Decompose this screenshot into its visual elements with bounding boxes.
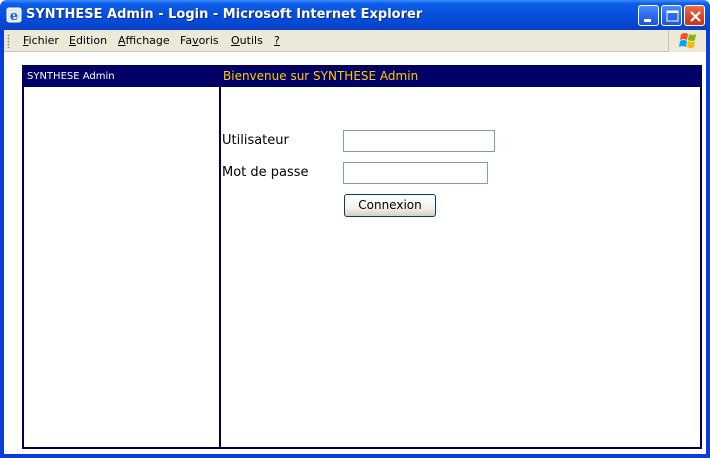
title-bar[interactable]: e SYNTHESE Admin - Login - Microsoft Int… <box>0 0 710 30</box>
username-label: Utilisateur <box>222 133 289 148</box>
menu-outils[interactable]: Outils <box>231 34 263 47</box>
password-input[interactable] <box>343 162 488 184</box>
username-input[interactable] <box>343 130 495 152</box>
maximize-button[interactable] <box>661 5 682 26</box>
menu-help-label: ? <box>274 34 280 47</box>
window-title: SYNTHESE Admin - Login - Microsoft Inter… <box>26 7 423 22</box>
password-label: Mot de passe <box>222 165 309 180</box>
internet-explorer-icon: e <box>6 7 22 23</box>
menu-edition[interactable]: Edition <box>69 34 107 47</box>
close-icon <box>690 11 701 22</box>
menu-affichage-label: Affichage <box>118 34 170 47</box>
menu-bar: Fichier Edition Affichage Favoris Outils… <box>4 30 706 52</box>
menu-edition-label: Edition <box>69 34 108 47</box>
windows-logo <box>668 30 706 52</box>
close-button[interactable] <box>684 5 705 26</box>
menu-affichage[interactable]: Affichage <box>118 34 170 47</box>
browser-window: e SYNTHESE Admin - Login - Microsoft Int… <box>0 0 710 458</box>
menu-outils-label: Outils <box>231 34 263 47</box>
menu-favoris-label: Favoris <box>180 34 219 47</box>
connexion-button[interactable]: Connexion <box>344 194 436 217</box>
menu-fichier[interactable]: Fichier <box>23 34 59 47</box>
maximize-icon <box>666 10 679 22</box>
windows-flag-icon <box>679 33 696 48</box>
svg-text:e: e <box>10 9 18 23</box>
site-name-header: SYNTHESE Admin <box>24 67 220 87</box>
minimize-icon <box>644 19 651 22</box>
menu-fichier-label: Fichier <box>23 34 59 47</box>
welcome-header: Bienvenue sur SYNTHESE Admin <box>220 67 700 87</box>
minimize-button[interactable] <box>638 5 659 26</box>
menu-favoris[interactable]: Favoris <box>180 34 219 47</box>
page-content: SYNTHESE Admin Bienvenue sur SYNTHESE Ad… <box>4 52 706 454</box>
column-divider <box>219 87 221 447</box>
layout-table: SYNTHESE Admin Bienvenue sur SYNTHESE Ad… <box>22 65 702 449</box>
menu-help[interactable]: ? <box>274 34 280 47</box>
toolbar-grip[interactable] <box>7 34 10 48</box>
